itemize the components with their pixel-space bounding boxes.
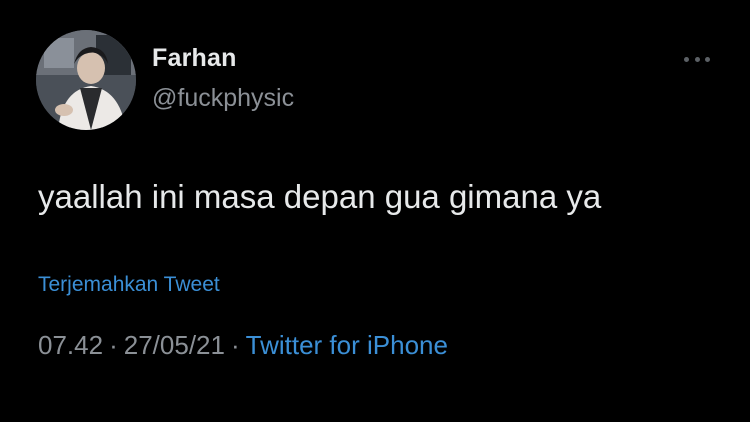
more-horizontal-icon[interactable] xyxy=(684,52,710,66)
tweet-date: 27/05/21 xyxy=(123,330,225,360)
avatar[interactable] xyxy=(36,30,136,130)
tweet-meta: 07.42 · 27/05/21 · Twitter for iPhone xyxy=(38,330,448,361)
translate-tweet-link[interactable]: Terjemahkan Tweet xyxy=(38,273,220,297)
tweet-source-link[interactable]: Twitter for iPhone xyxy=(246,330,448,360)
tweet-text: yaallah ini masa depan gua gimana ya xyxy=(38,178,602,215)
user-handle[interactable]: @fuckphysic xyxy=(152,84,294,113)
display-name[interactable]: Farhan xyxy=(152,44,237,73)
tweet-time: 07.42 xyxy=(38,330,104,360)
profile-photo-icon xyxy=(36,30,136,130)
meta-separator: · xyxy=(109,330,118,360)
tweet-card: Farhan @fuckphysic yaallah ini masa depa… xyxy=(0,0,750,422)
meta-separator: · xyxy=(230,330,240,360)
